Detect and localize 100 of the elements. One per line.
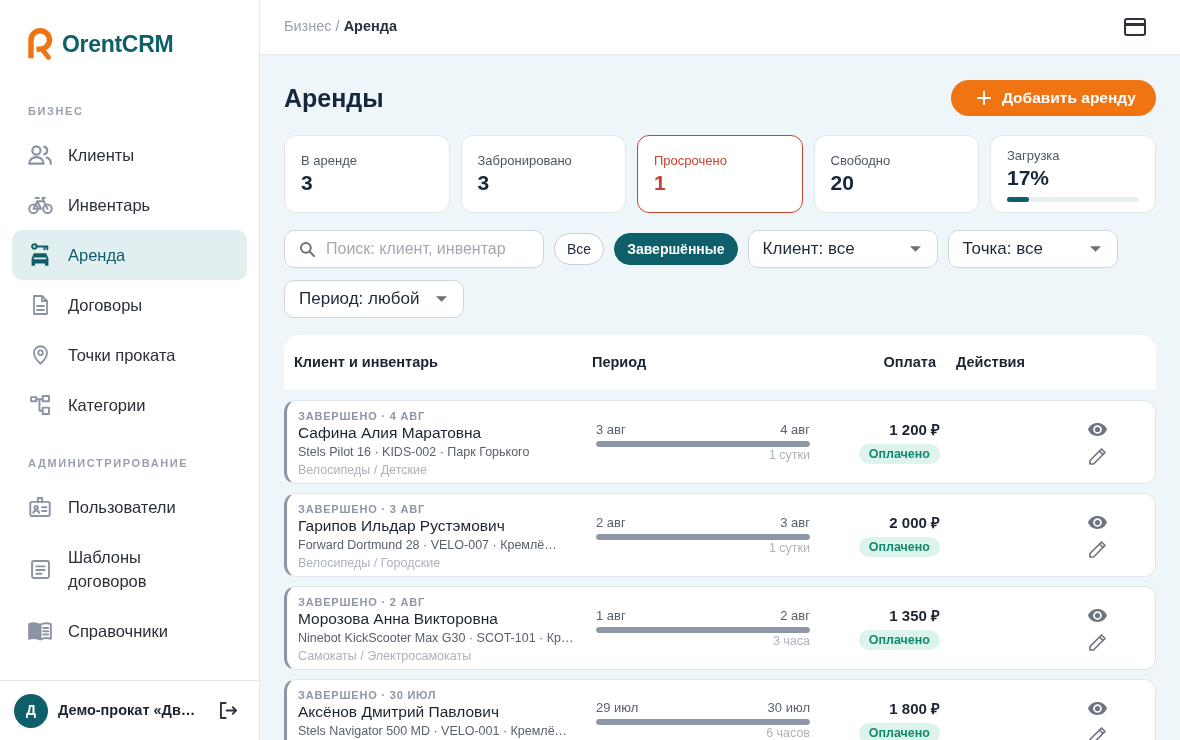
stat-value: 20 — [830, 170, 855, 196]
inventory-info: Forward Dortmund 28 · VELO-007 · Кремлё… — [298, 537, 557, 554]
column-header: Оплата — [883, 352, 936, 372]
pencil-icon[interactable] — [1089, 541, 1106, 558]
eye-icon[interactable] — [1088, 701, 1107, 715]
sidebar-item[interactable]: Пользователи — [12, 482, 247, 532]
period-start: 3 авг — [596, 421, 626, 438]
sidebar-item[interactable]: Справочники — [12, 606, 247, 656]
section-label: АДМИНИСТРИРОВАНИЕ — [28, 456, 189, 470]
rental-status: ЗАВЕРШЕНО · 2 АВГ — [298, 595, 426, 609]
open-book-icon — [28, 621, 52, 641]
filter-chip[interactable]: Завершённые — [614, 233, 738, 265]
id-badge-icon — [29, 497, 51, 517]
inventory-info: Stels Pilot 16 · KIDS-002 · Парк Горького — [298, 444, 530, 461]
rental-duration: 1 сутки — [768, 539, 810, 556]
payment-status-badge: Оплачено — [858, 630, 940, 650]
document-lines-icon — [30, 559, 50, 579]
period-end: 30 июл — [767, 700, 810, 716]
inventory-info: Stels Navigator 500 MD · VELO-001 · Кремлё… — [298, 723, 568, 740]
caret-icon — [436, 296, 447, 302]
category-path: Велосипеды / Городские — [298, 555, 441, 572]
column-header: Клиент и инвентарь — [294, 352, 439, 372]
section-label: БИЗНЕС — [28, 104, 84, 118]
period-end: 3 авг — [780, 514, 810, 531]
rental-row[interactable]: ЗАВЕРШЕНО · 4 АВГ Сафина Алия Маратовна Stels Pilot 16 · KIDS-002 · Парк Горького Велосипеды / Детские 3 авг 4 авг 1 сутки 1 200 ₽ Оплачено — [284, 400, 1156, 484]
rental-duration: 3 часа — [772, 632, 810, 649]
logout-icon[interactable] — [220, 702, 237, 719]
sidebar-item[interactable]: Шаблоны договоров — [12, 532, 247, 606]
sidebar-item[interactable]: Клиенты — [12, 130, 247, 180]
filter-dropdown[interactable]: Клиент: все — [747, 230, 938, 268]
payment-status-badge: Оплачено — [858, 722, 940, 740]
sidebar-item[interactable]: Категории — [12, 380, 247, 430]
stat-value: 3 — [301, 170, 314, 196]
payment-amount: 1 350 ₽ — [889, 606, 940, 626]
sidebar-item[interactable]: Инвентарь — [12, 180, 247, 230]
client-name: Морозова Анна Викторовна — [298, 609, 498, 629]
period-start: 1 авг — [596, 607, 626, 624]
rental-status: ЗАВЕРШЕНО · 4 АВГ — [298, 409, 426, 423]
caret-icon — [909, 246, 921, 252]
search-field[interactable]: Поиск: клиент, инвентар — [284, 230, 544, 268]
stat-label: Свободно — [830, 152, 892, 170]
sidebar-item[interactable]: Точки проката — [12, 330, 247, 380]
search-icon — [300, 242, 315, 257]
column-header: Период — [592, 352, 647, 372]
rental-duration: 1 сутки — [768, 446, 810, 463]
filter-dropdown[interactable]: Точка: все — [947, 230, 1118, 268]
stat-value: 17% — [1007, 164, 1051, 191]
eye-icon[interactable] — [1088, 516, 1107, 529]
rental-status: ЗАВЕРШЕНО · 30 ИЮЛ — [298, 688, 437, 702]
document-icon — [32, 295, 48, 315]
breadcrumb-current: Аренда — [343, 17, 398, 37]
car-key-icon — [31, 243, 49, 267]
period-end: 2 авг — [780, 607, 810, 624]
logo-icon — [28, 28, 53, 60]
rental-row[interactable]: ЗАВЕРШЕНО · 2 АВГ Морозова Анна Викторовна Ninebot KickScooter Max G30 · SCOT-101 · Кр… Самокаты / Электросамокаты 1 авг 2 авг 3 часа 1 350 ₽ Оплачено — [284, 586, 1156, 670]
pencil-icon[interactable] — [1089, 448, 1106, 465]
rental-status: ЗАВЕРШЕНО · 3 АВГ — [298, 502, 426, 516]
sidebar-item[interactable]: Аренда — [12, 230, 247, 280]
filter-chip[interactable]: Все — [554, 233, 605, 265]
period-end: 4 авг — [780, 421, 810, 438]
rental-duration: 6 часов — [766, 725, 810, 740]
credit-card-icon[interactable] — [1124, 18, 1146, 36]
hierarchy-icon — [30, 395, 50, 415]
caret-icon — [1089, 246, 1101, 252]
category-path: Самокаты / Электросамокаты — [298, 648, 472, 665]
eye-icon[interactable] — [1088, 423, 1107, 436]
page-title: Аренды — [284, 83, 384, 113]
avatar: Д — [14, 693, 48, 728]
rental-row[interactable]: ЗАВЕРШЕНО · 3 АВГ Гарипов Ильдар Рустэмович Forward Dortmund 28 · VELO-007 · Кремлё… Велосипеды / Городские 2 авг 3 авг 1 сутки 2 000 ₽ Оплачено — [284, 493, 1156, 577]
inventory-info: Ninebot KickScooter Max G30 · SCOT-101 · Кр… — [298, 630, 574, 647]
period-start: 2 авг — [596, 514, 626, 531]
pencil-icon[interactable] — [1089, 726, 1106, 740]
location-pin-icon — [32, 345, 48, 365]
stat-label: Загрузка — [1007, 146, 1061, 165]
client-name: Гарипов Ильдар Рустэмович — [298, 516, 505, 536]
account-name: Демо-прокат «Дв… — [58, 700, 196, 720]
payment-amount: 1 200 ₽ — [889, 420, 940, 440]
bicycle-icon — [27, 196, 53, 214]
payment-status-badge: Оплачено — [858, 537, 940, 557]
stat-value: 3 — [477, 170, 491, 196]
pencil-icon[interactable] — [1089, 634, 1106, 651]
client-name: Аксёнов Дмитрий Павлович — [298, 702, 499, 722]
breadcrumb-separator: / — [335, 17, 340, 37]
sidebar-item[interactable]: Договоры — [12, 280, 247, 330]
users-icon — [28, 145, 52, 165]
period-start: 29 июл — [596, 700, 639, 716]
client-name: Сафина Алия Маратовна — [298, 423, 482, 443]
plus-icon — [976, 91, 991, 105]
stat-value: 1 — [654, 170, 667, 196]
payment-amount: 1 800 ₽ — [889, 698, 940, 719]
logo-text: OrentCRM — [62, 29, 174, 59]
eye-icon[interactable] — [1088, 609, 1107, 622]
category-path: Велосипеды / Детские — [298, 462, 427, 479]
filter-dropdown[interactable]: Период: любой — [284, 280, 464, 318]
rental-row[interactable]: ЗАВЕРШЕНО · 30 ИЮЛ Аксёнов Дмитрий Павлович Stels Navigator 500 MD · VELO-001 · Кремлё… 29 июл 30 июл 6 часов 1 800 ₽ Оплачено — [284, 679, 1156, 740]
payment-status-badge: Оплачено — [858, 444, 940, 464]
stat-label: Просрочено — [654, 152, 728, 170]
stat-label: Забронировано — [477, 152, 573, 170]
stat-label: В аренде — [301, 152, 358, 170]
column-header: Действия — [955, 352, 1025, 372]
